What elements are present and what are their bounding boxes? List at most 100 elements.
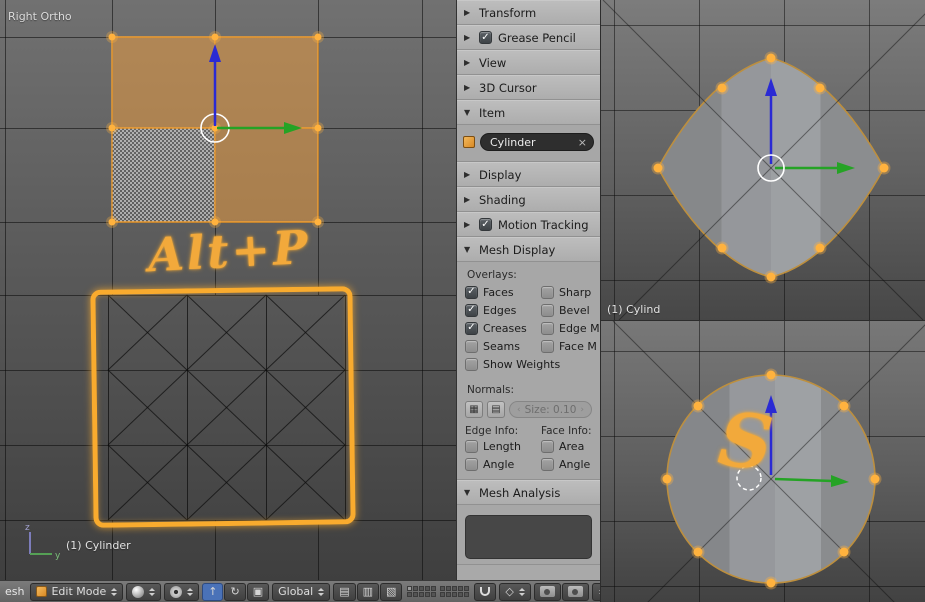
mode-selector-label: Edit Mode <box>51 585 107 598</box>
panel-motion-tracking[interactable]: ▶ ✓ Motion Tracking <box>457 212 600 237</box>
mesh-menu[interactable]: esh <box>2 585 27 598</box>
translate-manipulator-toggle[interactable]: ↑ <box>202 582 224 601</box>
clear-name-icon[interactable]: × <box>578 136 587 149</box>
orientation-selector[interactable]: Global <box>272 582 331 601</box>
view-name-label: Right Ortho <box>8 10 72 23</box>
mode-selector[interactable]: Edit Mode <box>30 582 124 601</box>
viewport-left[interactable]: Right Ortho Alt+P z y (1) Cylinder <box>0 0 456 580</box>
pivot-point-selector[interactable] <box>164 582 200 601</box>
length-checkbox[interactable]: ✓ <box>465 439 478 453</box>
viewport-bottom-right[interactable]: S <box>600 320 925 602</box>
render-button-group <box>533 582 589 601</box>
normals-size-value: Size: 0.10 <box>524 403 577 416</box>
sharp-checkbox[interactable]: ✓ <box>541 285 554 299</box>
edge-angle-checkbox[interactable]: ✓ <box>465 457 478 471</box>
panel-shading[interactable]: ▶ Shading <box>457 187 600 212</box>
expand-arrow-icon: ▼ <box>464 488 471 497</box>
annotation-rectangle <box>90 286 356 528</box>
orientation-label: Global <box>278 585 314 598</box>
edges-checkbox[interactable]: ✓ <box>465 303 478 317</box>
mesh-analysis-body <box>457 505 600 565</box>
tool-1-icon: ▤ <box>339 585 350 598</box>
normals-size-slider[interactable]: ‹ Size: 0.10 › <box>509 401 592 418</box>
face-marks-checkbox[interactable]: ✓ <box>541 339 554 353</box>
faces-checkbox[interactable]: ✓ <box>465 285 478 299</box>
tool-3-icon: ▧ <box>386 585 397 598</box>
tool-2-icon: ▥ <box>362 585 374 598</box>
panel-view[interactable]: ▶ View <box>457 50 600 75</box>
motion-tracking-checkbox[interactable]: ✓ <box>479 218 492 231</box>
panel-label: 3D Cursor <box>479 80 537 95</box>
edge-marks-checkbox[interactable]: ✓ <box>541 321 554 335</box>
opengl-render-button[interactable] <box>533 582 561 601</box>
object-name-value: Cylinder <box>490 135 536 149</box>
render-camera-anim-icon <box>567 586 583 597</box>
panel-label: Shading <box>479 192 526 207</box>
dropdown-arrows-icon <box>111 587 118 596</box>
expand-arrow-icon: ▶ <box>464 33 471 42</box>
slider-right-icon: › <box>580 404 585 415</box>
panel-label: Grease Pencil <box>498 30 576 45</box>
area-checkbox[interactable]: ✓ <box>541 439 554 453</box>
expand-arrow-icon: ▶ <box>464 195 471 204</box>
pivot-point-icon <box>170 585 183 598</box>
face-info-label: Face Info: <box>541 425 592 437</box>
panel-grease-pencil[interactable]: ▶ ✓ Grease Pencil <box>457 25 600 50</box>
render-options-selector[interactable] <box>591 582 600 601</box>
layers-widget[interactable] <box>405 586 471 597</box>
show-weights-checkbox[interactable]: ✓ <box>465 357 478 371</box>
mesh-analysis-widget[interactable] <box>465 515 592 559</box>
grease-pencil-checkbox[interactable]: ✓ <box>479 31 492 44</box>
panel-transform[interactable]: ▶ Transform <box>457 0 600 25</box>
shading-sphere-icon <box>132 585 145 598</box>
rotate-manipulator-toggle[interactable]: ↻ <box>224 582 246 601</box>
render-camera-icon <box>539 586 555 597</box>
seams-checkbox[interactable]: ✓ <box>465 339 478 353</box>
expand-arrow-icon: ▶ <box>464 83 471 92</box>
creases-checkbox[interactable]: ✓ <box>465 321 478 335</box>
dropdown-arrows-icon <box>518 587 525 596</box>
tool-button-3[interactable]: ▧ <box>380 582 403 601</box>
panel-label: Mesh Analysis <box>479 485 561 500</box>
vertex-normals-toggle[interactable]: ▤ <box>487 401 505 418</box>
panel-display[interactable]: ▶ Display <box>457 162 600 187</box>
tool-button-group: ▤ ▥ ▧ <box>333 582 403 601</box>
viewport-shading-selector[interactable] <box>126 582 162 601</box>
panel-3d-cursor[interactable]: ▶ 3D Cursor <box>457 75 600 100</box>
mesh-display-body: Overlays: ✓ Faces ✓ Sharp ✓ Edges ✓ <box>457 262 600 480</box>
mini-axis-gizmo: z y <box>25 524 61 561</box>
layers-grid-right[interactable] <box>440 586 470 597</box>
scale-manipulator-toggle[interactable]: ▣ <box>246 582 270 601</box>
snap-toggle[interactable] <box>474 582 497 601</box>
scale-icon: ▣ <box>252 585 264 598</box>
active-face <box>112 128 215 222</box>
layers-grid-left[interactable] <box>407 586 437 597</box>
expand-arrow-icon: ▶ <box>464 170 471 179</box>
viewport-header-bar: esh Edit Mode ↑ ↻ ▣ Global ▤ ▥ ▧ ◇ <box>0 580 600 602</box>
panel-label: Display <box>479 167 522 182</box>
normals-label: Normals: <box>467 384 514 396</box>
face-angle-checkbox[interactable]: ✓ <box>541 457 554 471</box>
expand-arrow-icon: ▶ <box>464 220 471 229</box>
item-panel-body: Cylinder × <box>457 125 600 162</box>
tool-button-2[interactable]: ▥ <box>356 582 380 601</box>
expand-arrow-icon: ▶ <box>464 58 471 67</box>
opengl-render-anim-button[interactable] <box>561 582 589 601</box>
object-name-field[interactable]: Cylinder × <box>480 133 594 151</box>
tool-button-1[interactable]: ▤ <box>333 582 356 601</box>
properties-region: ▶ Transform ▶ ✓ Grease Pencil ▶ View ▶ 3… <box>456 0 600 580</box>
snap-target-icon: ◇ <box>505 585 514 598</box>
viewport-top-right-canvas <box>601 0 925 320</box>
axis-z-label: z <box>25 524 30 533</box>
dropdown-arrows-icon <box>149 587 156 596</box>
panel-item[interactable]: ▼ Item <box>457 100 600 125</box>
panel-mesh-analysis[interactable]: ▼ Mesh Analysis <box>457 480 600 505</box>
snap-target-selector[interactable]: ◇ <box>499 582 531 601</box>
expand-arrow-icon: ▼ <box>464 245 471 254</box>
face-normals-toggle[interactable]: ▦ <box>465 401 483 418</box>
bevel-checkbox[interactable]: ✓ <box>541 303 554 317</box>
viewport-top-right[interactable]: (1) Cylind <box>600 0 925 320</box>
axis-y-label: y <box>55 551 61 561</box>
expand-arrow-icon: ▼ <box>464 108 471 117</box>
panel-mesh-display[interactable]: ▼ Mesh Display <box>457 237 600 262</box>
